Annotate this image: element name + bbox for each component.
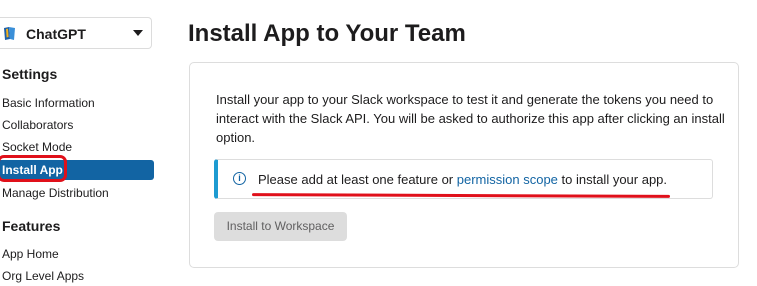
- book-icon: [3, 26, 17, 41]
- sidebar-item-socket-mode[interactable]: Socket Mode: [2, 140, 72, 154]
- sidebar-item-manage-distribution[interactable]: Manage Distribution: [2, 186, 109, 200]
- sidebar-item-org-level-apps[interactable]: Org Level Apps: [2, 269, 84, 283]
- alert-message: Please add at least one feature or permi…: [258, 172, 667, 187]
- alert-text-before: Please add at least one feature or: [258, 172, 457, 187]
- app-selector[interactable]: ChatGPT: [0, 17, 152, 49]
- alert-text-after: to install your app.: [557, 172, 668, 187]
- info-icon: i: [233, 172, 246, 185]
- app-name: ChatGPT: [26, 26, 86, 42]
- page-title: Install App to Your Team: [188, 20, 466, 47]
- install-description: Install your app to your Slack workspace…: [216, 92, 725, 145]
- settings-section-title: Settings: [2, 66, 58, 82]
- permission-scope-link[interactable]: permission scope: [457, 172, 558, 187]
- annotation-highlight-box: [0, 155, 67, 182]
- features-section-title: Features: [2, 218, 61, 234]
- sidebar-item-basic-information[interactable]: Basic Information: [2, 96, 95, 110]
- install-to-workspace-button[interactable]: Install to Workspace: [214, 212, 347, 241]
- sidebar-item-collaborators[interactable]: Collaborators: [2, 118, 73, 132]
- chevron-down-icon[interactable]: [133, 30, 143, 36]
- sidebar-item-app-home[interactable]: App Home: [2, 247, 59, 261]
